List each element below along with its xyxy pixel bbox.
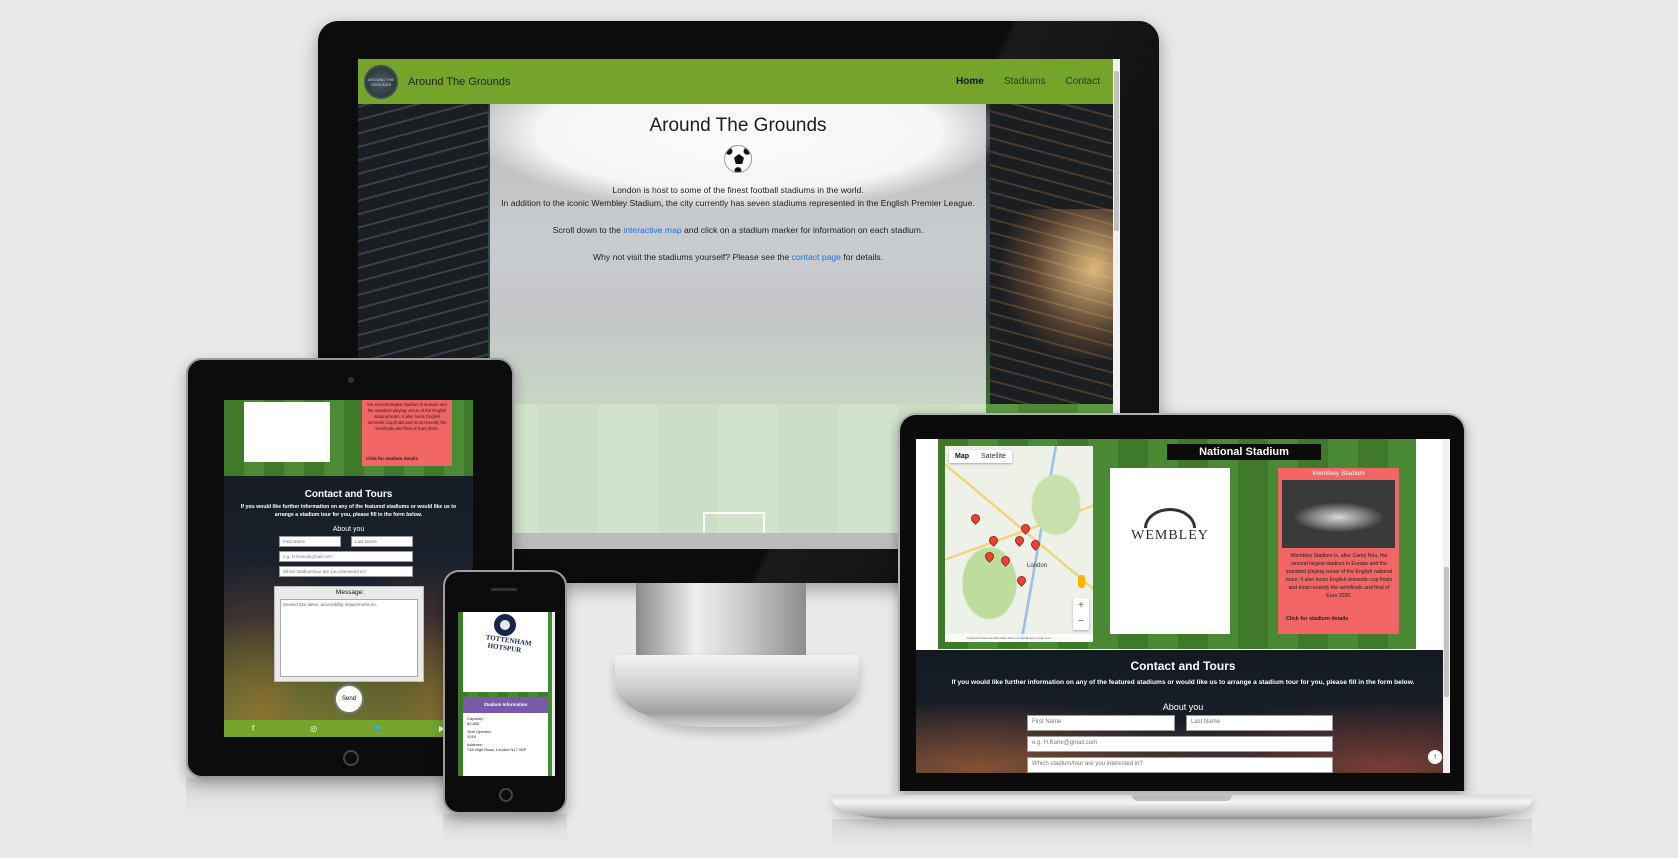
wembley-arch-icon	[1144, 508, 1196, 528]
phone-device: TOTTENHAM HOTSPUR Stadium Information Ca…	[443, 570, 567, 814]
floodlights	[990, 209, 1120, 359]
tablet-contact-subtitle: If you would like further information on…	[240, 504, 457, 518]
phone-screen: TOTTENHAM HOTSPUR Stadium Information Ca…	[458, 612, 555, 776]
google-map[interactable]: Map Satellite London + − Keyboard shortc…	[945, 446, 1093, 642]
tablet-first-name-input[interactable]: First Name	[279, 536, 341, 547]
tablet-camera	[348, 377, 354, 383]
back-to-top-icon[interactable]: ↑	[1428, 750, 1442, 764]
street-view-pegman-icon[interactable]	[1078, 575, 1085, 588]
map-zoom-control: + −	[1073, 598, 1089, 630]
phone-club-card: TOTTENHAM HOTSPUR	[463, 612, 548, 692]
brand-name[interactable]: Around The Grounds	[408, 76, 511, 88]
opened-value: 2019	[467, 734, 476, 739]
zoom-out-icon[interactable]: −	[1073, 614, 1089, 630]
phone-capacity: Capacity: 62,850	[463, 713, 548, 726]
instagram-icon[interactable]: ◎	[310, 724, 317, 733]
tablet-stadium-details-link[interactable]: Click for stadium details	[366, 456, 418, 462]
address-value: 748 High Road, London N17 0AP	[467, 747, 527, 752]
laptop-about-heading: About you	[1162, 702, 1204, 712]
tablet-message-box: Message: Desired tour dates, accessibili…	[274, 586, 424, 682]
map-type-tabs: Map Satellite	[949, 450, 1012, 463]
hero-line-4: Why not visit the stadiums yourself? Ple…	[490, 251, 986, 264]
tablet-home-button	[343, 750, 359, 766]
laptop-contact-subtitle: If you would like further information on…	[951, 679, 1415, 686]
scrollbar-thumb[interactable]	[1114, 71, 1119, 231]
phone-speaker	[491, 588, 517, 591]
phone-reflection	[443, 814, 567, 844]
capacity-value: 62,850	[467, 721, 480, 726]
tablet-message-label: Message:	[335, 589, 365, 596]
phone-address: Address: 748 High Road, London N17 0AP	[463, 739, 548, 752]
hero-line-3: Scroll down to the interactive map and c…	[490, 224, 986, 237]
laptop-notch	[1132, 795, 1232, 801]
scrollbar-thumb[interactable]	[1444, 567, 1449, 697]
tottenham-crest: TOTTENHAM HOTSPUR	[485, 614, 533, 655]
nav-home[interactable]: Home	[956, 76, 984, 87]
phone-info-header: Stadium Information	[463, 697, 548, 713]
crest-emblem-icon	[494, 614, 516, 636]
phone-scrollbar[interactable]	[552, 612, 555, 776]
phone-opened: Year Opened: 2019	[463, 726, 548, 739]
hero-line-3-pre: Scroll down to the	[552, 225, 624, 235]
contact-page-link[interactable]: contact page	[792, 252, 841, 262]
monitor-stand-base	[615, 655, 859, 727]
laptop-device: Map Satellite London + − Keyboard shortc…	[898, 413, 1466, 791]
laptop-scrollbar[interactable]	[1443, 439, 1450, 773]
wembley-details-link[interactable]: Click for stadium details	[1286, 616, 1348, 622]
laptop-email-input[interactable]: e.g. H.Kane@gmail.com	[1027, 736, 1333, 752]
wembley-logo-card: WEMBLEY	[1110, 468, 1230, 634]
satellite-tab[interactable]: Satellite	[975, 450, 1012, 463]
crest-text: TOTTENHAM HOTSPUR	[485, 633, 533, 655]
wembley-card-text: Wembley Stadium is, after Camp Nou, the …	[1285, 553, 1393, 599]
phone-home-button	[499, 788, 513, 802]
map-tab[interactable]: Map	[949, 450, 975, 463]
wembley-stadium-image	[1282, 480, 1395, 548]
tablet-last-name-input[interactable]: Last Name	[351, 536, 413, 547]
laptop-screen: Map Satellite London + − Keyboard shortc…	[916, 439, 1450, 773]
tablet-stadium-info-card: the second largest stadium in Europe and…	[362, 400, 452, 466]
site-logo[interactable]: AROUND THE GROUNDS	[364, 64, 398, 99]
tablet-stadium-logo-card	[244, 402, 330, 462]
navbar: AROUND THE GROUNDS Around The Grounds Ho…	[358, 59, 1120, 104]
hero-line-4-pre: Why not visit the stadiums yourself? Ple…	[593, 252, 792, 262]
hero-title: Around The Grounds	[649, 115, 827, 136]
wembley-info-card: Wembley Stadium Wembley Stadium is, afte…	[1278, 468, 1399, 634]
facebook-icon[interactable]: f	[252, 724, 254, 733]
laptop-contact-title: Contact and Tours	[1130, 659, 1236, 673]
hero-line-2: In addition to the iconic Wembley Stadiu…	[501, 198, 975, 208]
hero-line-4-post: for details.	[840, 252, 883, 262]
nav-links: Home Stadiums Contact	[956, 76, 1100, 87]
tablet-stadium-select[interactable]: Which stadium/tour are you interested in…	[279, 566, 413, 577]
interactive-map-link[interactable]: interactive map	[623, 225, 681, 235]
wembley-logo-text: WEMBLEY	[1131, 528, 1209, 543]
logo-text: AROUND THE GROUNDS	[367, 76, 395, 87]
hero-line-1: London is host to some of the finest foo…	[612, 185, 864, 195]
hero-line-3-post: and click on a stadium marker for inform…	[681, 225, 924, 235]
map-city-label: London	[1027, 563, 1048, 569]
nav-stadiums[interactable]: Stadiums	[1004, 76, 1046, 87]
tablet-footer: f ◎ 🐦 ▶	[224, 720, 473, 737]
laptop-reflection	[832, 819, 1532, 849]
tablet-contact-title: Contact and Tours	[304, 489, 393, 500]
tablet-message-textarea[interactable]: Desired tour dates, accessibility requir…	[280, 599, 418, 677]
laptop-last-name-input[interactable]: Last Name	[1186, 715, 1333, 731]
tablet-email-input[interactable]: e.g. H.Kane@gmail.com	[279, 551, 413, 562]
nav-contact[interactable]: Contact	[1066, 76, 1100, 87]
football-icon	[724, 145, 752, 173]
tablet-red-text: the second largest stadium in Europe and…	[367, 402, 447, 431]
map-attribution[interactable]: Keyboard shortcuts Map Data Terms of Use…	[945, 634, 1093, 642]
zoom-in-icon[interactable]: +	[1073, 598, 1089, 614]
tablet-about-heading: About you	[332, 526, 365, 533]
twitter-icon[interactable]: 🐦	[373, 724, 383, 733]
tablet-send-button[interactable]: Send	[334, 684, 364, 714]
national-stadium-label: National Stadium	[1167, 444, 1321, 460]
phone-stadium-info: Stadium Information Capacity: 62,850 Year…	[463, 697, 548, 776]
tablet-screen: the second largest stadium in Europe and…	[224, 400, 473, 737]
monitor-stand-neck	[636, 583, 806, 663]
laptop-first-name-input[interactable]: First Name	[1027, 715, 1175, 731]
tablet-stadium-section: the second largest stadium in Europe and…	[224, 400, 473, 476]
wembley-card-title: Wembley Stadium	[1312, 470, 1365, 477]
laptop-stadium-select[interactable]: Which stadium/tour are you interested in…	[1027, 757, 1333, 773]
